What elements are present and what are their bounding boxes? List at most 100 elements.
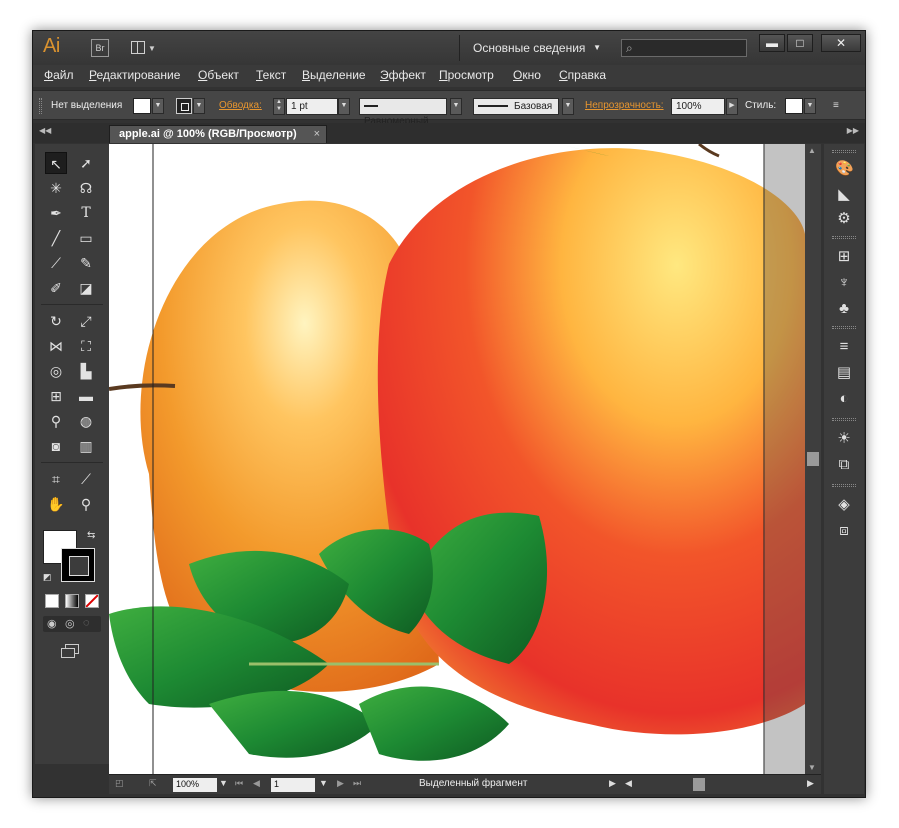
slice-tool-icon[interactable]: ⟋	[75, 468, 97, 490]
type-tool-icon[interactable]: T	[75, 202, 97, 224]
menu-select[interactable]: Выделение	[302, 68, 366, 82]
symbol-sprayer-tool-icon[interactable]: ◙	[45, 435, 67, 457]
symbols-panel-icon[interactable]: ♆	[835, 274, 853, 292]
document-tab[interactable]: apple.ai @ 100% (RGB/Просмотр) ×	[109, 125, 327, 143]
appearance-panel-icon[interactable]: ☀	[835, 430, 853, 448]
help-search-input[interactable]: ⌕	[621, 39, 747, 57]
column-graph-tool-icon[interactable]: ▥	[75, 435, 97, 457]
screen-mode-button[interactable]	[59, 642, 83, 660]
scroll-thumb[interactable]	[807, 452, 819, 466]
draw-inside-icon[interactable]: ◌	[83, 617, 90, 629]
workspace-switcher[interactable]: Основные сведения ▼	[465, 37, 605, 59]
dock-grip[interactable]	[832, 484, 856, 487]
default-colors-icon[interactable]: ◩	[43, 572, 52, 583]
none-mode-icon[interactable]	[85, 594, 99, 608]
transparency-panel-icon[interactable]: ◐	[835, 390, 853, 408]
bridge-button[interactable]: Br	[91, 39, 109, 57]
stroke-weight-stepper[interactable]: ▲ ▼	[273, 98, 285, 115]
artboard-number-field[interactable]: 1	[271, 778, 315, 792]
rotate-tool-icon[interactable]: ↻	[45, 310, 67, 332]
prev-artboard-icon[interactable]: ◀	[253, 778, 260, 789]
opacity-field[interactable]: 100%	[671, 98, 725, 115]
menu-file[interactable]: Файл	[44, 68, 74, 82]
doc-info-icon[interactable]: ⇱	[149, 778, 157, 789]
stroke-swatch[interactable]	[176, 98, 192, 114]
magic-wand-tool-icon[interactable]: ✳	[45, 177, 67, 199]
rectangle-tool-icon[interactable]: ▭	[75, 227, 97, 249]
line-tool-icon[interactable]: ╱	[45, 227, 67, 249]
stroke-panel-icon[interactable]: ≡	[835, 338, 853, 356]
eraser-tool-icon[interactable]: ◪	[75, 277, 97, 299]
perspective-grid-tool-icon[interactable]: ▙	[75, 360, 97, 382]
graphic-styles-panel-icon[interactable]: ⧉	[835, 456, 853, 474]
variable-width-profile[interactable]: Равномерный	[359, 98, 447, 127]
hand-tool-icon[interactable]: ✋	[45, 493, 67, 515]
last-artboard-icon[interactable]: ⏭	[353, 778, 361, 789]
style-dropdown[interactable]: ▼	[804, 98, 816, 114]
brushes-panel-icon[interactable]: ⚙	[835, 210, 853, 228]
swatches-panel-icon[interactable]: ⊞	[835, 248, 853, 266]
dock-grip[interactable]	[832, 326, 856, 329]
lasso-tool-icon[interactable]: ☊	[75, 177, 97, 199]
clubs-panel-icon[interactable]: ♣	[835, 300, 853, 318]
blend-tool-icon[interactable]: ◍	[75, 410, 97, 432]
arrange-documents-button[interactable]: ▼	[131, 39, 156, 57]
stroke-dropdown[interactable]: ▼	[193, 98, 205, 114]
menu-type[interactable]: Текст	[256, 68, 286, 82]
document-canvas[interactable]	[109, 144, 805, 774]
mesh-tool-icon[interactable]: ⊞	[45, 385, 67, 407]
color-mode-icon[interactable]	[45, 594, 59, 608]
control-panel-menu-icon[interactable]: ≡	[833, 100, 839, 111]
graphic-style-swatch[interactable]	[785, 98, 803, 114]
menu-object[interactable]: Объект	[198, 68, 239, 82]
pen-tool-icon[interactable]: ✒	[45, 202, 67, 224]
shape-builder-tool-icon[interactable]: ◎	[45, 360, 67, 382]
status-menu-icon[interactable]: ▶	[609, 778, 616, 789]
scale-tool-icon[interactable]: ⤢	[75, 310, 97, 332]
draw-behind-icon[interactable]: ◎	[65, 617, 75, 630]
collapse-right-icon[interactable]: ▶▶	[847, 126, 859, 135]
minimize-button[interactable]: ▬	[759, 34, 785, 52]
first-artboard-icon[interactable]: ⏮	[235, 778, 243, 789]
opacity-dropdown[interactable]: ▶	[726, 98, 738, 115]
menu-help[interactable]: Справка	[559, 68, 606, 82]
zoom-dropdown-icon[interactable]: ▼	[219, 778, 228, 788]
swap-colors-icon[interactable]: ⇆	[87, 530, 95, 541]
gradient-tool-icon[interactable]: ▬	[75, 385, 97, 407]
zoom-field[interactable]: 100%	[173, 778, 217, 792]
zoom-tool-icon[interactable]: ⚲	[75, 493, 97, 515]
free-transform-tool-icon[interactable]: ⛶	[75, 335, 97, 357]
blob-brush-tool-icon[interactable]: ✐	[45, 277, 67, 299]
gradient-mode-icon[interactable]	[65, 594, 79, 608]
horizontal-scroll-thumb[interactable]	[693, 778, 705, 791]
brush-dropdown[interactable]: ▼	[562, 98, 574, 115]
status-text[interactable]: Выделенный фрагмент	[419, 778, 527, 789]
next-artboard-icon[interactable]: ▶	[337, 778, 344, 789]
stroke-color-box[interactable]	[61, 548, 95, 582]
draw-normal-icon[interactable]: ◉	[47, 617, 57, 630]
menu-window[interactable]: Окно	[513, 68, 541, 82]
artboards-panel-icon[interactable]: ⧈	[835, 522, 853, 540]
color-panel-icon[interactable]: 🎨	[835, 160, 854, 178]
stroke-label[interactable]: Обводка:	[219, 100, 262, 111]
layers-panel-icon[interactable]: ◈	[835, 496, 853, 514]
opacity-label[interactable]: Непрозрачность:	[585, 100, 664, 111]
brush-definition[interactable]: Базовая	[473, 98, 559, 115]
gradient-panel-icon[interactable]: ▤	[835, 364, 853, 382]
scroll-left-icon[interactable]: ◀	[625, 778, 632, 789]
scroll-down-icon[interactable]: ▼	[808, 763, 816, 772]
dock-grip[interactable]	[832, 150, 856, 153]
direct-selection-tool-icon[interactable]: ➚	[75, 152, 97, 174]
dock-grip[interactable]	[832, 418, 856, 421]
pencil-tool-icon[interactable]: ✎	[75, 252, 97, 274]
fill-swatch[interactable]	[133, 98, 151, 114]
vertical-scrollbar[interactable]: ▲ ▼	[805, 144, 821, 774]
stroke-weight-field[interactable]: 1 pt	[286, 98, 338, 115]
artboard-dropdown-icon[interactable]: ▼	[319, 778, 328, 788]
paintbrush-tool-icon[interactable]: ⟋	[45, 252, 67, 274]
profile-dropdown[interactable]: ▼	[450, 98, 462, 115]
maximize-button[interactable]: □	[787, 34, 813, 52]
close-button[interactable]: ✕	[821, 34, 861, 52]
eyedropper-tool-icon[interactable]: ⚲	[45, 410, 67, 432]
stroke-weight-dropdown[interactable]: ▼	[338, 98, 350, 115]
